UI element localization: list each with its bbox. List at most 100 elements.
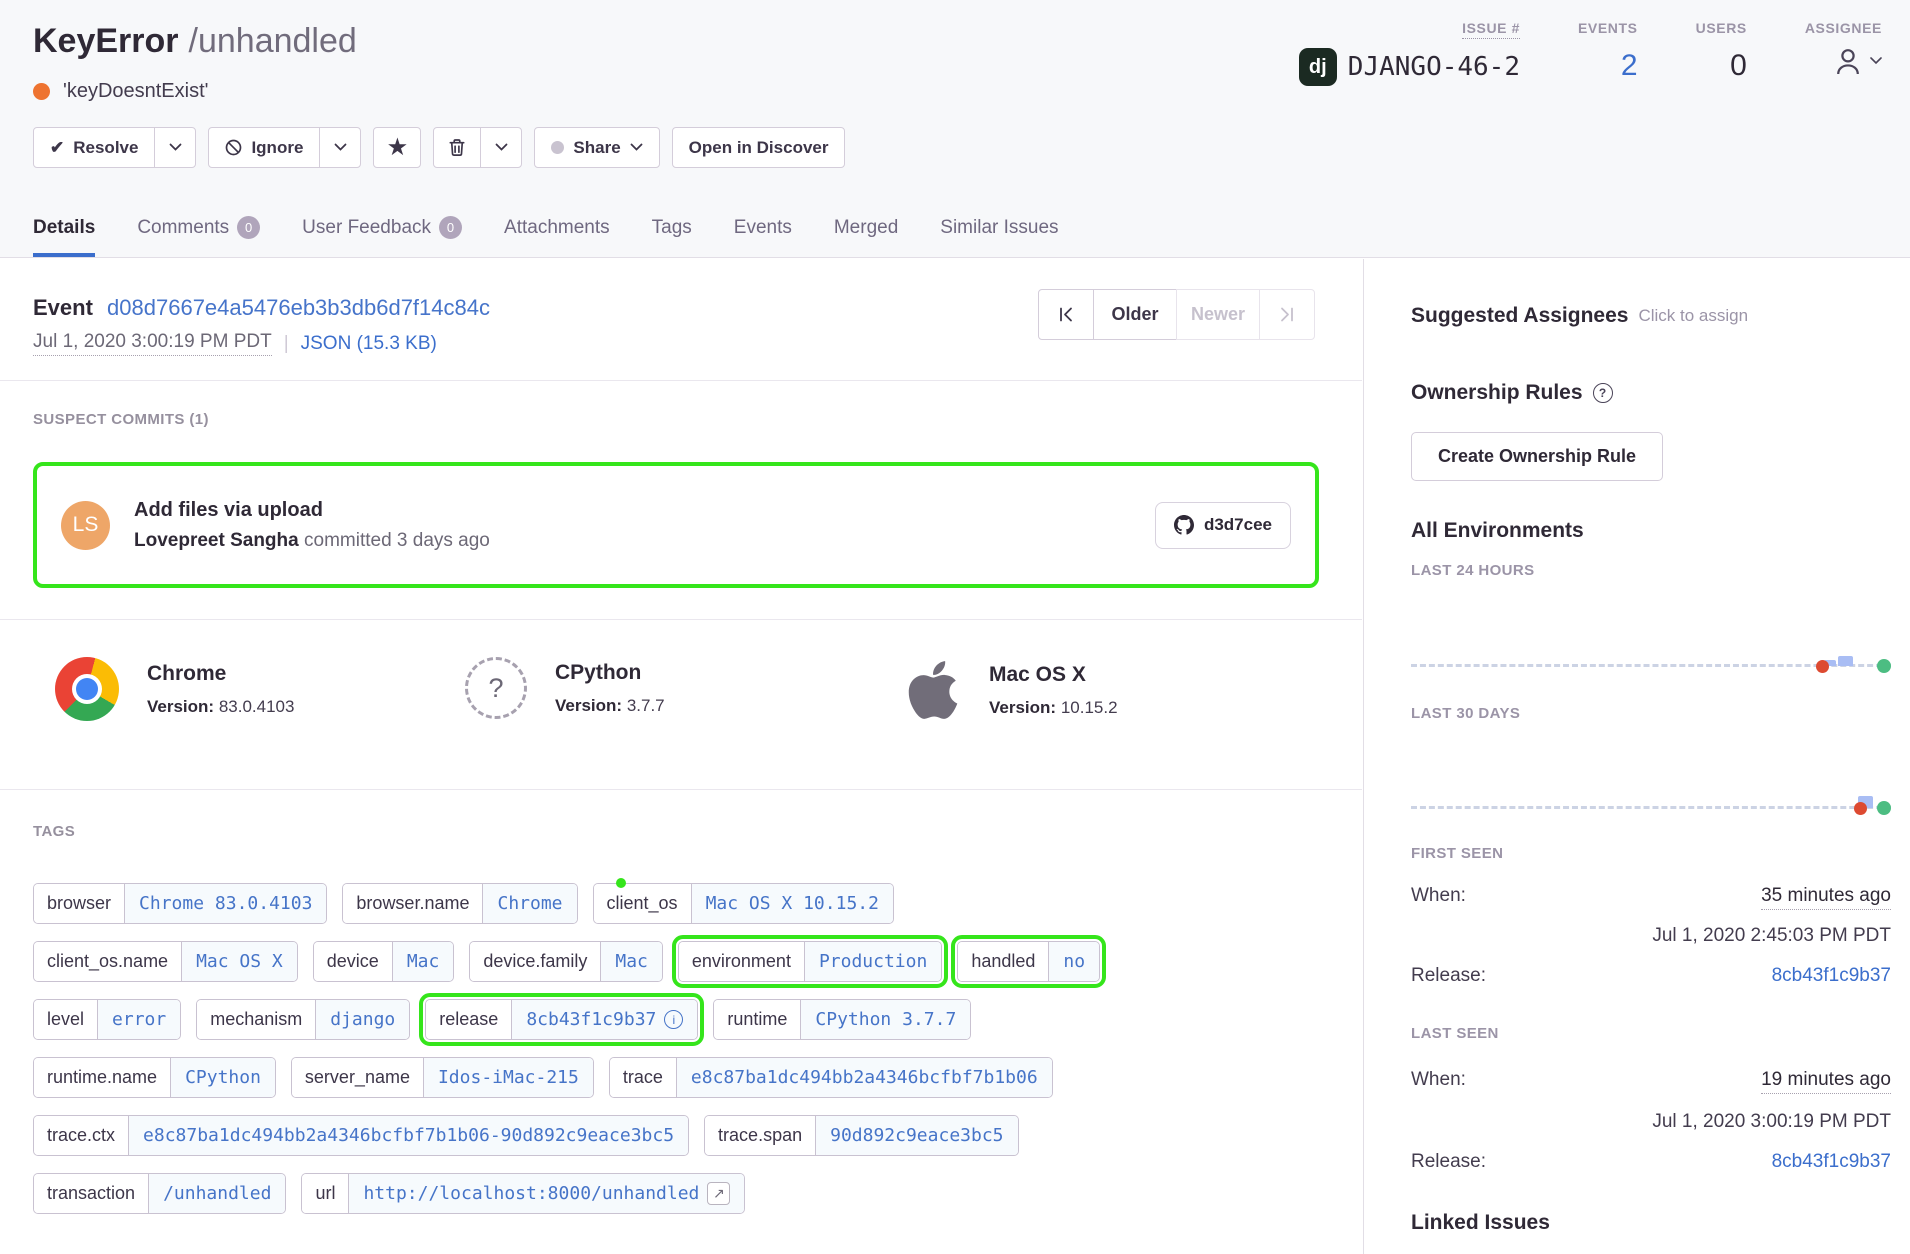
tag-value-link[interactable]: e8c87ba1dc494bb2a4346bcfbf7b1b06-90d892c… [128,1116,688,1155]
tag-device: deviceMac [313,941,455,982]
all-environments-title: All Environments [1411,519,1584,543]
tag-key: device.family [470,942,600,981]
trash-icon [448,138,466,157]
tag-key: browser.name [343,884,482,923]
context-name: CPython [555,661,665,685]
external-link-icon[interactable]: ↗ [707,1182,730,1205]
tag-key: client_os.name [34,942,181,981]
tag-key: release [426,1000,511,1039]
tag-browser: browserChrome 83.0.4103 [33,883,327,924]
tag-value-link[interactable]: Mac [600,942,662,981]
tag-runtime.name: runtime.nameCPython [33,1057,276,1098]
first-seen-release-link[interactable]: 8cb43f1c9b37 [1772,965,1891,987]
tag-level: levelerror [33,999,181,1040]
suggested-assignees-hint: Click to assign [1638,306,1748,326]
commit-sha-button[interactable]: d3d7cee [1155,502,1291,549]
tab-attachments[interactable]: Attachments [504,216,610,257]
check-icon: ✔ [50,138,64,158]
delete-button[interactable] [433,127,481,168]
issue-stats: ISSUE # dj DJANGO-46-2 EVENTS 2 USERS 0 … [1299,20,1882,86]
tag-value-link[interactable]: Production [804,942,941,981]
last-seen-release-link[interactable]: 8cb43f1c9b37 [1772,1151,1891,1173]
events-count-link[interactable]: 2 [1621,49,1638,83]
tab-details[interactable]: Details [33,216,95,257]
newer-event-button[interactable]: Newer [1176,289,1260,340]
section-divider [0,380,1362,381]
first-seen-marker-icon [1854,802,1867,815]
chevron-down-icon [1870,57,1882,65]
last-24-hours-label: LAST 24 HOURS [1411,562,1891,579]
action-toolbar: ✔ Resolve Ignore ★ [33,127,845,168]
resolve-dropdown-button[interactable] [154,127,196,168]
tag-value-link[interactable]: CPython [170,1058,275,1097]
events-label: EVENTS [1578,20,1638,36]
older-event-button[interactable]: Older [1093,289,1177,340]
chevron-down-icon [334,143,347,152]
event-json-link[interactable]: JSON (15.3 KB) [301,333,437,355]
tag-value-link[interactable]: django [315,1000,409,1039]
open-in-discover-button[interactable]: Open in Discover [672,127,846,168]
tag-value-link[interactable]: CPython 3.7.7 [800,1000,970,1039]
stat-events: EVENTS 2 [1578,20,1638,86]
question-circle-icon[interactable]: ? [1593,383,1613,403]
ignore-dropdown-button[interactable] [319,127,361,168]
tags-heading: TAGS [33,823,75,840]
first-seen-heading: FIRST SEEN [1411,845,1891,862]
first-seen-marker-icon [1816,660,1829,673]
tab-comments[interactable]: Comments0 [137,216,260,257]
tag-value-link[interactable]: Chrome [482,884,576,923]
tag-runtime: runtimeCPython 3.7.7 [713,999,971,1040]
tag-key: trace.ctx [34,1116,128,1155]
when-label: When: [1411,1069,1466,1094]
context-os: Mac OS X Version: 10.15.2 [905,657,1118,723]
tag-value-link[interactable]: 90d892c9eace3bc5 [815,1116,1017,1155]
green-annotation-dot [616,878,626,888]
bookmark-star-button[interactable]: ★ [373,127,421,168]
newest-event-button[interactable] [1259,289,1315,340]
event-timestamp: Jul 1, 2020 3:00:19 PM PDT [33,331,272,356]
tag-mechanism: mechanismdjango [196,999,410,1040]
tag-value-link[interactable]: Mac OS X 10.15.2 [691,884,893,923]
tag-value-link[interactable]: Chrome 83.0.4103 [124,884,326,923]
share-button[interactable]: Share [534,127,659,168]
tab-user-feedback[interactable]: User Feedback0 [302,216,462,257]
tag-value-link[interactable]: Idos-iMac-215 [423,1058,593,1097]
tag-value-link[interactable]: Mac [392,942,454,981]
event-id-link[interactable]: d08d7667e4a5476eb3b3db6d7f14c84c [107,295,490,320]
django-project-icon: dj [1299,48,1337,86]
tab-events[interactable]: Events [734,216,792,257]
tag-value-link[interactable]: e8c87ba1dc494bb2a4346bcfbf7b1b06 [676,1058,1052,1097]
tag-value-link[interactable]: http://localhost:8000/unhandled↗ [348,1174,744,1213]
tag-value-link[interactable]: error [97,1000,180,1039]
skip-to-last-icon [1279,307,1295,322]
ignore-button[interactable]: Ignore [208,127,320,168]
tag-device.family: device.familyMac [469,941,663,982]
context-runtime: ? CPython Version: 3.7.7 [465,657,665,719]
resolve-button[interactable]: ✔ Resolve [33,127,155,168]
tab-tags[interactable]: Tags [652,216,692,257]
oldest-event-button[interactable] [1038,289,1094,340]
delete-dropdown-button[interactable] [480,127,522,168]
create-ownership-rule-button[interactable]: Create Ownership Rule [1411,432,1663,481]
issue-short-id: DJANGO-46-2 [1348,52,1520,82]
unknown-runtime-icon: ? [465,657,527,719]
release-label: Release: [1411,965,1486,987]
tag-key: server_name [292,1058,423,1097]
tag-value-link[interactable]: /unhandled [148,1174,285,1213]
context-name: Chrome [147,662,294,686]
users-label: USERS [1696,20,1747,36]
tag-trace.span: trace.span90d892c9eace3bc5 [704,1115,1018,1156]
issue-sidebar: Suggested Assignees Click to assign Owne… [1363,259,1910,1254]
info-circle-icon[interactable]: i [664,1010,683,1029]
assignee-dropdown[interactable] [1832,46,1882,76]
tag-value-link[interactable]: no [1048,942,1099,981]
share-status-dot-icon [551,141,564,154]
issue-number-label: ISSUE # [1462,20,1520,39]
section-divider [0,789,1362,790]
tab-similar-issues[interactable]: Similar Issues [940,216,1058,257]
tab-merged[interactable]: Merged [834,216,898,257]
first-seen-absolute: Jul 1, 2020 2:45:03 PM PDT [1411,925,1891,947]
tag-value-link[interactable]: Mac OS X [181,942,297,981]
first-seen-relative: 35 minutes ago [1761,885,1891,910]
tag-value-link[interactable]: 8cb43f1c9b37i [511,1000,697,1039]
